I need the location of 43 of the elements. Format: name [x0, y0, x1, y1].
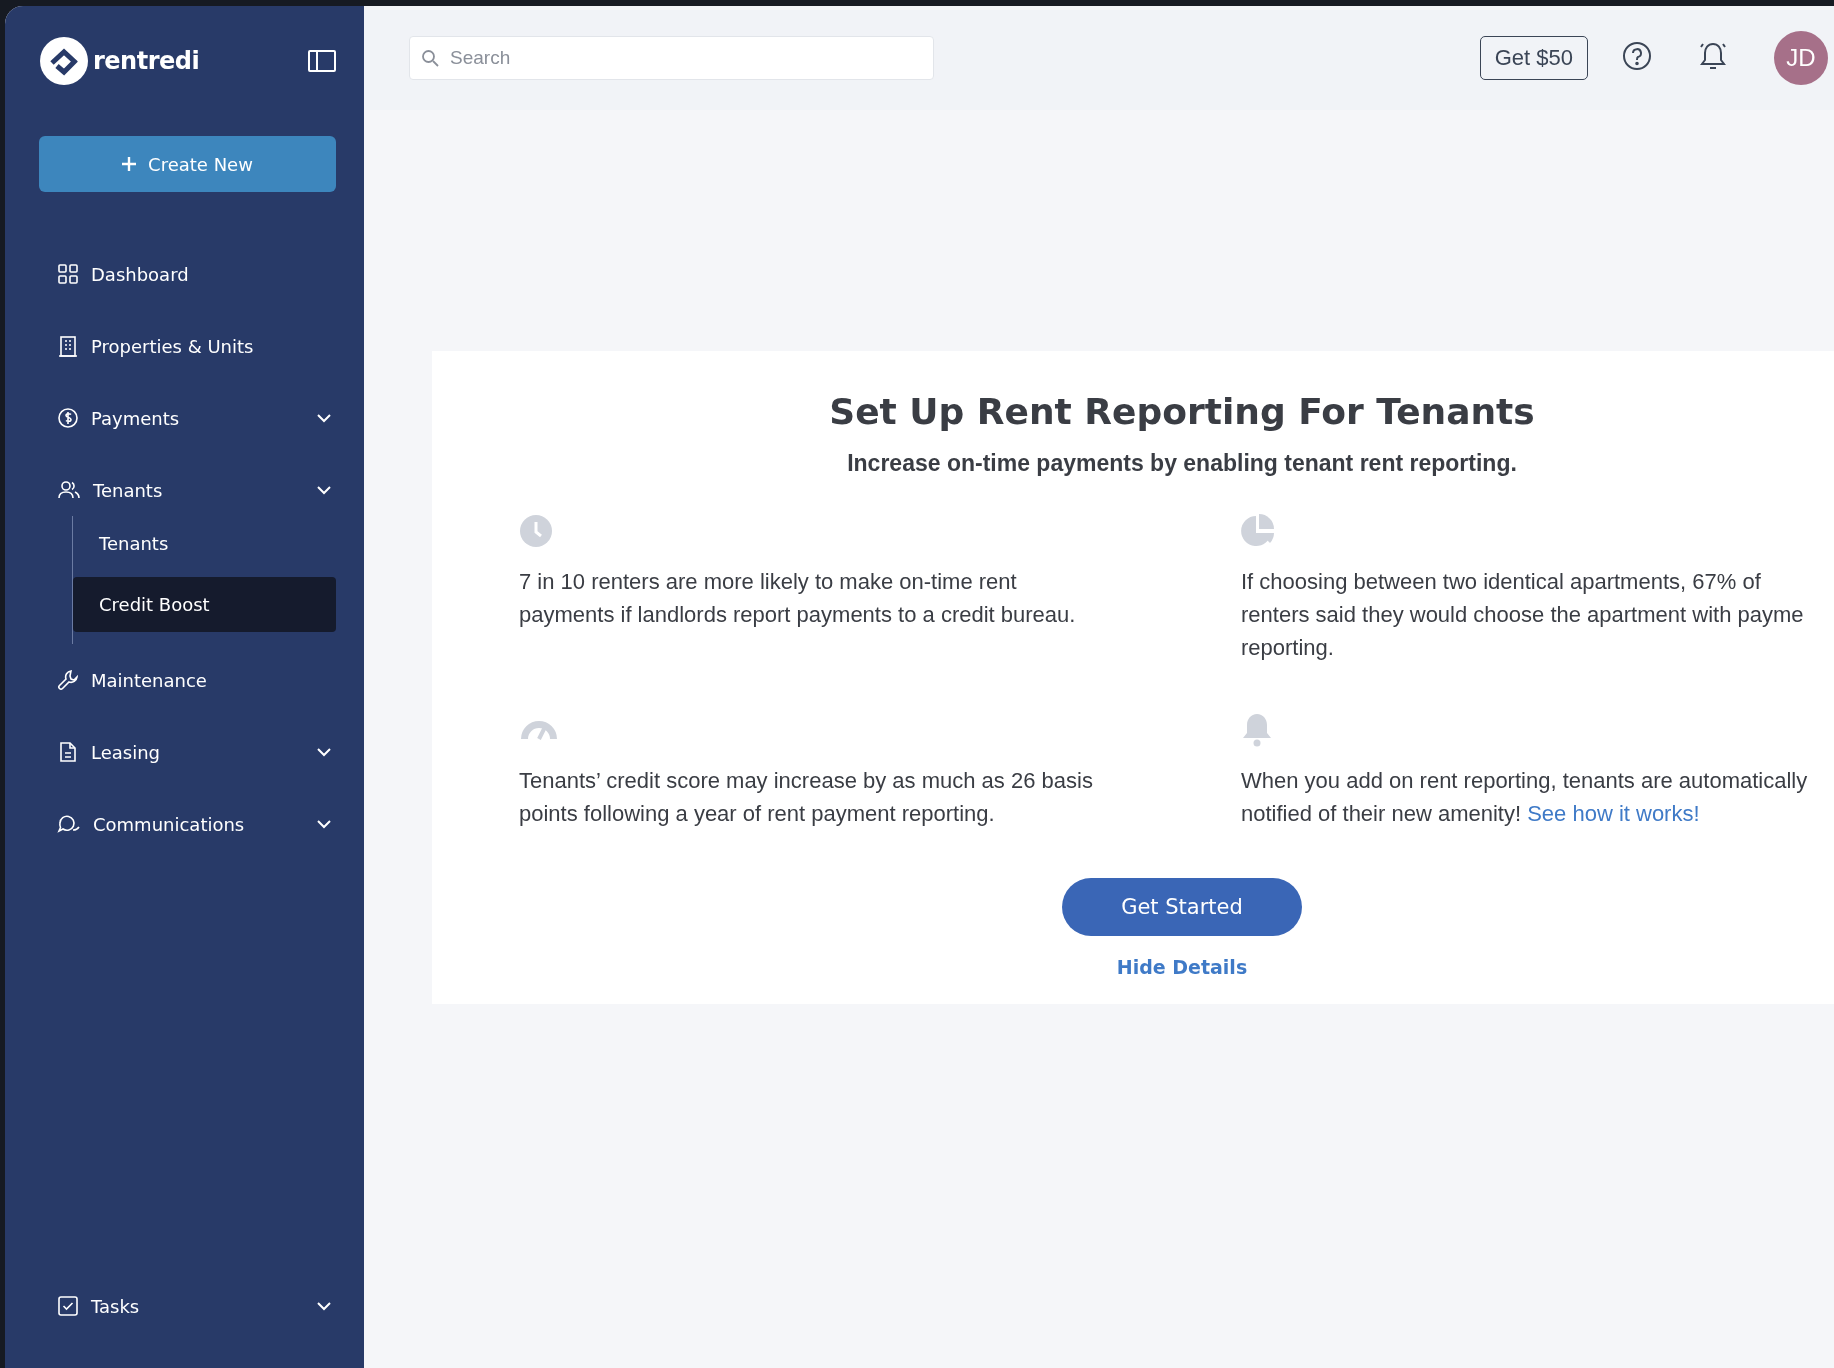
see-how-link[interactable]: See how it works! [1527, 801, 1700, 826]
card-title: Set Up Rent Reporting For Tenants [828, 391, 1536, 432]
nav-item[interactable]: Maintenance [39, 644, 336, 716]
create-new-button[interactable]: Create New [39, 136, 336, 192]
nav-item[interactable]: Leasing [39, 716, 336, 788]
nav-item[interactable]: Properties & Units [39, 310, 336, 382]
chat-icon [57, 813, 81, 835]
chevron-down-icon [316, 747, 332, 757]
nav-item[interactable]: Payments [39, 382, 336, 454]
notification-bell-icon[interactable] [1698, 40, 1728, 72]
chevron-down-icon [316, 819, 332, 829]
bell-icon [1241, 712, 1273, 748]
wrench-icon [57, 669, 79, 691]
building-icon [57, 335, 79, 357]
pie-chart-icon [1241, 514, 1277, 548]
feature-text: Tenants’ credit score may increase by as much as 26 basis points following a year of rent payment reporting. [519, 767, 1094, 828]
logo-icon [39, 36, 89, 86]
card-subtitle: Increase on-time payments by enabling tenant rent reporting. [846, 450, 1518, 477]
help-icon[interactable] [1622, 41, 1652, 71]
chevron-down-icon [316, 485, 332, 495]
chevron-down-icon [316, 413, 332, 423]
hide-details-link[interactable]: Hide Details [1116, 956, 1248, 978]
feature-text: If choosing between two identical apartments, 67% of renters said they would choose the apartment with payme reporting. [1241, 568, 1805, 662]
nav-item[interactable]: Tasks [39, 1270, 336, 1342]
plus-icon [122, 157, 137, 171]
feature-text: When you add on rent reporting, tenants are automatically notified of their new amenity! See how it works! [1241, 767, 1809, 828]
user-avatar[interactable]: JD [1774, 31, 1828, 85]
feature-text: 7 in 10 renters are more likely to make on-time rent payments if landlords report payments to a credit bureau. [519, 568, 1077, 629]
people-icon [57, 479, 81, 501]
sidebar-toggle-icon[interactable] [308, 50, 336, 72]
nav-item[interactable]: Dashboard [39, 238, 336, 310]
nav-item[interactable]: Communications [39, 788, 336, 860]
nav-subitem[interactable]: Credit Boost [73, 577, 336, 632]
get-reward-button[interactable]: Get $50 [1479, 36, 1588, 80]
checkbox-icon [57, 1295, 79, 1317]
document-icon [57, 741, 79, 763]
clock-icon [519, 514, 553, 548]
chevron-down-icon [316, 1301, 332, 1311]
get-started-button[interactable]: Get Started [1062, 878, 1302, 936]
logo-wordmark: rentredi [93, 47, 200, 75]
search-field[interactable]: Search [409, 36, 934, 80]
dollar-icon [57, 407, 79, 429]
dashboard-icon [57, 263, 79, 285]
